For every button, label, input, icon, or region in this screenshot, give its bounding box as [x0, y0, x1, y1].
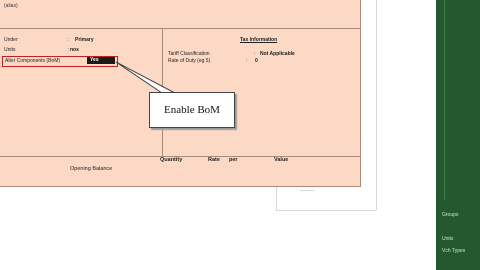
sidebar-item-units[interactable]: Units — [442, 236, 453, 242]
alter-components-value[interactable]: Yes — [87, 57, 115, 64]
value-column-header: Value — [274, 157, 289, 163]
background-frame-line — [376, 0, 377, 210]
opening-balance-label: Opening Balance — [70, 166, 113, 172]
under-label: Under — [4, 37, 18, 43]
units-value[interactable]: nos — [70, 47, 79, 53]
rate-colon: : — [246, 58, 248, 64]
alter-components-label: Alter Components (BoM) — [5, 58, 61, 64]
under-colon: : — [68, 37, 70, 43]
background-frame-line — [276, 210, 376, 211]
tariff-colon: : — [254, 51, 256, 57]
background-frame-line — [276, 186, 277, 210]
tariff-classification-value[interactable]: Not Applicable — [260, 51, 295, 57]
background-frame-line — [300, 190, 314, 191]
rate-column-header: Rate — [208, 157, 220, 163]
alias-label: (alias) — [4, 3, 18, 9]
tariff-classification-label: Tariff Classification — [168, 51, 210, 57]
rate-of-duty-label: Rate of Duty (eg 5) — [168, 58, 211, 64]
units-label: Units — [4, 47, 16, 53]
rate-of-duty-value[interactable]: 0 — [255, 58, 258, 64]
sidebar-item-vch-types[interactable]: Vch Types — [442, 248, 465, 254]
divider — [0, 28, 360, 29]
tax-information-heading: Tax Information — [240, 37, 278, 43]
per-column-header: per — [229, 157, 238, 163]
under-value[interactable]: Primary — [75, 37, 94, 43]
quantity-column-header: Quantity — [160, 157, 183, 163]
enable-bom-callout: Enable BoM — [149, 92, 235, 128]
sidebar-item-groups[interactable]: Groups — [442, 212, 458, 218]
callout-text: Enable BoM — [164, 104, 220, 116]
button-bar-divider — [444, 0, 445, 200]
button-bar: Groups Units Vch Types — [436, 0, 480, 270]
